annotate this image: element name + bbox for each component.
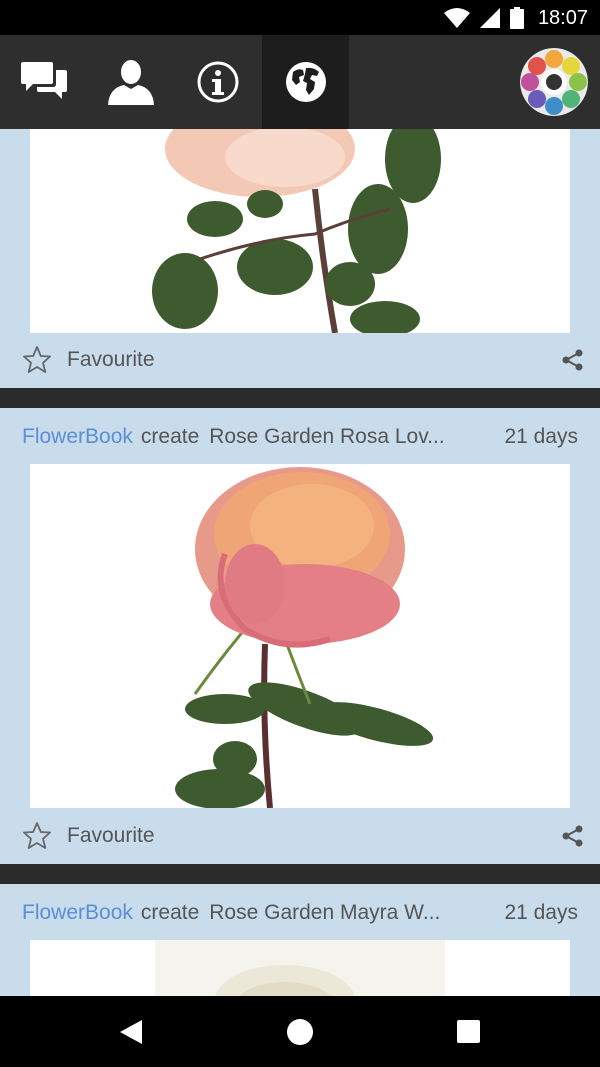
star-icon[interactable] bbox=[22, 821, 52, 851]
chat-icon bbox=[20, 62, 67, 99]
action-verb: create bbox=[140, 425, 200, 448]
feed-card: Favourite bbox=[0, 129, 600, 388]
tab-explore[interactable] bbox=[262, 35, 349, 129]
post-title[interactable]: Rose Garden Rosa Lov... bbox=[209, 425, 467, 449]
tab-messages[interactable] bbox=[0, 35, 87, 129]
favourite-button[interactable]: Favourite bbox=[67, 348, 155, 372]
share-icon[interactable] bbox=[562, 825, 584, 847]
status-time: 18:07 bbox=[537, 6, 588, 29]
post-time: 21 days bbox=[504, 425, 578, 448]
tab-profile[interactable] bbox=[87, 35, 174, 129]
post-title[interactable]: Rose Garden Mayra W... bbox=[209, 901, 467, 925]
navigation-bar bbox=[0, 996, 600, 1067]
share-icon[interactable] bbox=[562, 349, 584, 371]
battery-icon bbox=[509, 7, 524, 29]
profile-icon bbox=[107, 60, 154, 105]
author-link[interactable]: FlowerBook bbox=[22, 425, 133, 449]
flower-logo[interactable] bbox=[520, 48, 588, 116]
home-icon[interactable] bbox=[286, 1018, 314, 1046]
status-bar: 18:07 bbox=[0, 0, 600, 35]
wifi-icon bbox=[443, 8, 470, 28]
card-footer: Favourite bbox=[22, 332, 584, 388]
action-verb: create bbox=[140, 901, 200, 924]
card-footer: Favourite bbox=[22, 808, 584, 864]
globe-icon bbox=[285, 62, 326, 102]
recents-icon[interactable] bbox=[456, 1019, 481, 1044]
flower-image[interactable] bbox=[30, 464, 570, 808]
info-icon bbox=[197, 61, 238, 103]
author-link[interactable]: FlowerBook bbox=[22, 901, 133, 925]
feed-card: FlowerBook create Rose Garden Rosa Lov..… bbox=[0, 408, 600, 864]
tab-info[interactable] bbox=[174, 35, 261, 129]
post-time: 21 days bbox=[504, 901, 578, 924]
app-bar bbox=[0, 35, 600, 129]
star-icon[interactable] bbox=[22, 345, 52, 375]
back-icon[interactable] bbox=[118, 1019, 144, 1045]
favourite-button[interactable]: Favourite bbox=[67, 824, 155, 848]
card-header: FlowerBook create Rose Garden Mayra W...… bbox=[22, 884, 578, 942]
signal-icon bbox=[479, 8, 500, 28]
card-header: FlowerBook create Rose Garden Rosa Lov..… bbox=[22, 408, 578, 466]
flower-image[interactable] bbox=[30, 129, 570, 333]
feed[interactable]: Favourite FlowerBook create Rose Garden … bbox=[0, 129, 600, 996]
flower-image[interactable] bbox=[30, 940, 570, 996]
feed-card: FlowerBook create Rose Garden Mayra W...… bbox=[0, 884, 600, 996]
